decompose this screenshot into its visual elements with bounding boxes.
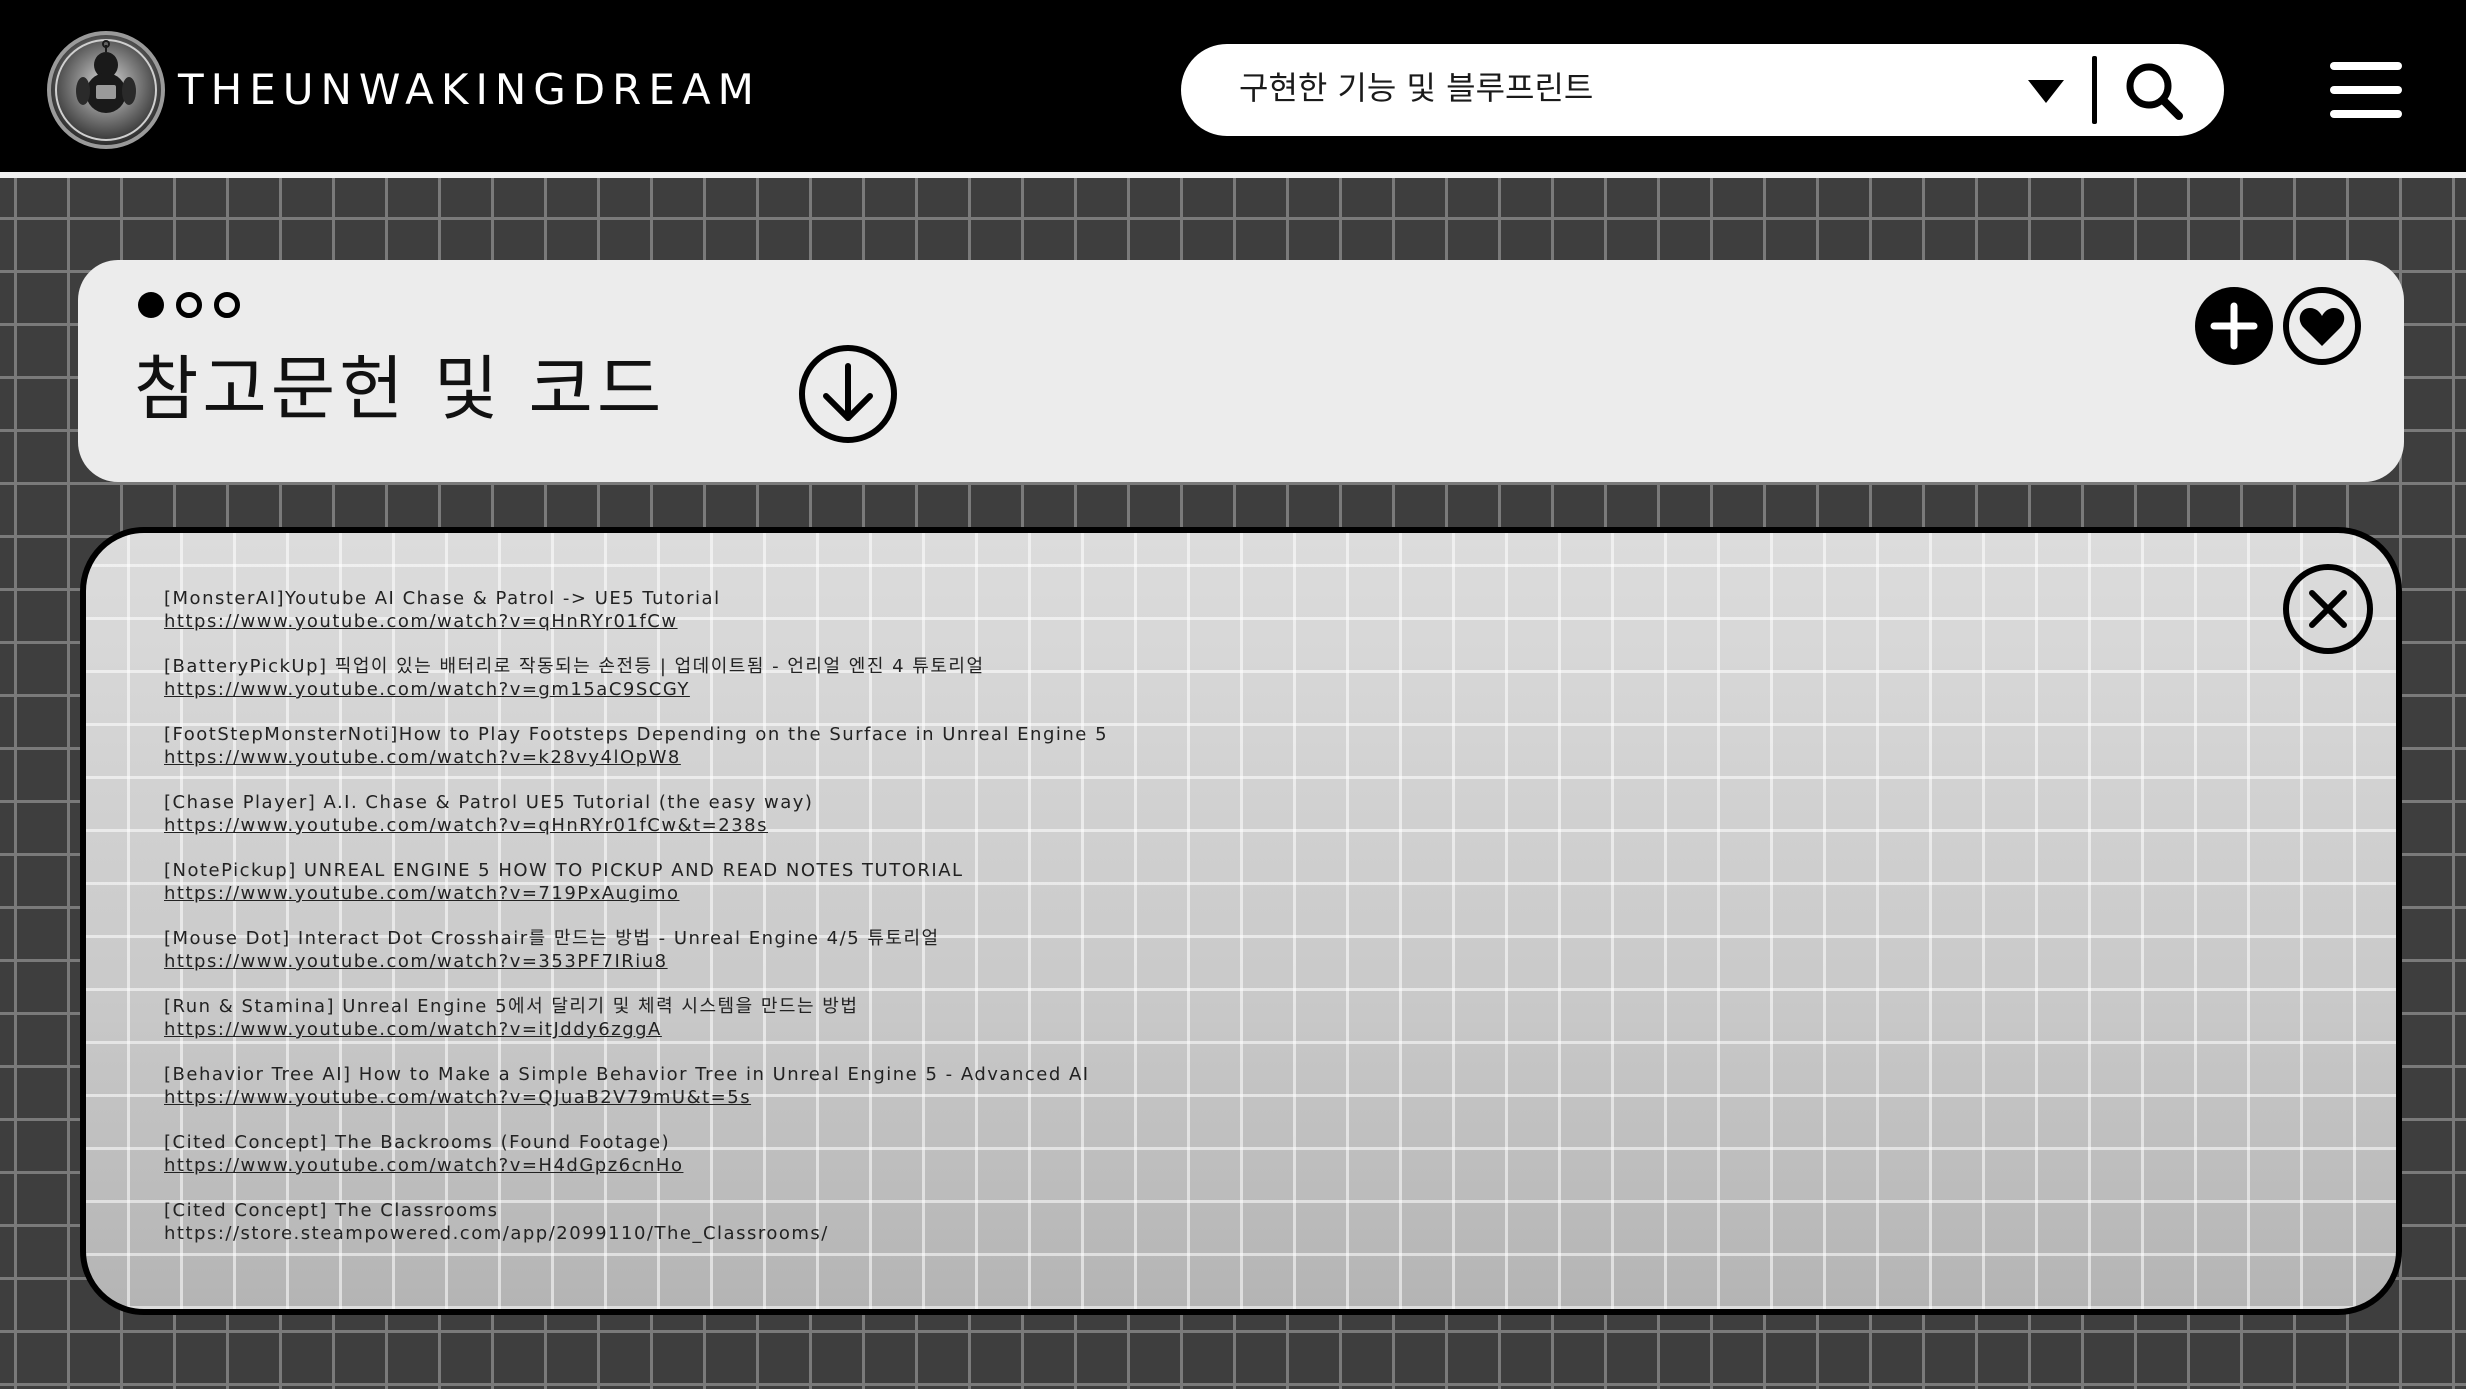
- reference-item: [NotePickup] UNREAL ENGINE 5 HOW TO PICK…: [164, 859, 1664, 905]
- reference-link[interactable]: https://www.youtube.com/watch?v=719PxAug…: [164, 882, 1664, 905]
- menu-line: [2330, 110, 2402, 118]
- search-divider: [2092, 56, 2097, 124]
- search-bar[interactable]: 구현한 기능 및 블루프린트: [1181, 44, 2224, 136]
- reference-link[interactable]: https://www.youtube.com/watch?v=qHnRYr01…: [164, 814, 1664, 837]
- search-icon[interactable]: [2123, 60, 2185, 122]
- close-icon[interactable]: [2282, 563, 2374, 655]
- reference-item: [FootStepMonsterNoti]How to Play Footste…: [164, 723, 1664, 769]
- reference-title: [Run & Stamina] Unreal Engine 5에서 달리기 및 …: [164, 996, 859, 1017]
- dot-outline: [214, 292, 240, 318]
- reference-item: [Mouse Dot] Interact Dot Crosshair를 만드는 …: [164, 927, 1664, 973]
- reference-link[interactable]: https://www.youtube.com/watch?v=353PF7IR…: [164, 950, 1664, 973]
- brand-logo[interactable]: [47, 31, 165, 149]
- reference-title: [Cited Concept] The Classrooms: [164, 1200, 499, 1221]
- menu-line: [2330, 62, 2402, 70]
- references-panel: [MonsterAI]Youtube AI Chase & Patrol -> …: [80, 527, 2402, 1315]
- reference-link[interactable]: https://www.youtube.com/watch?v=QJuaB2V7…: [164, 1086, 1664, 1109]
- brand-name[interactable]: THEUNWAKINGDREAM: [178, 62, 761, 118]
- reference-item: [Run & Stamina] Unreal Engine 5에서 달리기 및 …: [164, 995, 1664, 1041]
- search-dropdown-value[interactable]: 구현한 기능 및 블루프린트: [1239, 64, 1593, 112]
- page-header-card: 참고문헌 및 코드: [78, 260, 2404, 482]
- reference-link[interactable]: https://www.youtube.com/watch?v=gm15aC9S…: [164, 678, 1664, 701]
- reference-item: [Cited Concept] The Classrooms https://st…: [164, 1199, 1664, 1245]
- page-title: 참고문헌 및 코드: [134, 348, 666, 430]
- dot-outline: [176, 292, 202, 318]
- reference-title: [BatteryPickUp] 픽업이 있는 배터리로 작동되는 손전등 | 업…: [164, 656, 985, 677]
- reference-link[interactable]: https://store.steampowered.com/app/20991…: [164, 1222, 1664, 1245]
- reference-title: [Mouse Dot] Interact Dot Crosshair를 만드는 …: [164, 928, 940, 949]
- reference-title: [Cited Concept] The Backrooms (Found Foo…: [164, 1132, 671, 1153]
- heart-icon[interactable]: [2282, 286, 2362, 366]
- reference-link[interactable]: https://www.youtube.com/watch?v=k28vy4lO…: [164, 746, 1664, 769]
- dot-filled: [138, 292, 164, 318]
- reference-link[interactable]: https://www.youtube.com/watch?v=H4dGpz6c…: [164, 1154, 1664, 1177]
- reference-title: [Chase Player] A.I. Chase & Patrol UE5 T…: [164, 792, 814, 813]
- reference-item: [Cited Concept] The Backrooms (Found Foo…: [164, 1131, 1664, 1177]
- reference-title: [FootStepMonsterNoti]How to Play Footste…: [164, 724, 1109, 745]
- reference-item: [MonsterAI]Youtube AI Chase & Patrol -> …: [164, 587, 1664, 633]
- reference-link[interactable]: https://www.youtube.com/watch?v=qHnRYr01…: [164, 610, 1664, 633]
- reference-title: [NotePickup] UNREAL ENGINE 5 HOW TO PICK…: [164, 860, 964, 881]
- reference-item: [BatteryPickUp] 픽업이 있는 배터리로 작동되는 손전등 | 업…: [164, 655, 1664, 701]
- reference-link[interactable]: https://www.youtube.com/watch?v=itJddy6z…: [164, 1018, 1664, 1041]
- download-icon[interactable]: [798, 344, 898, 444]
- plus-icon[interactable]: [2194, 286, 2274, 366]
- reference-title: [MonsterAI]Youtube AI Chase & Patrol -> …: [164, 588, 721, 609]
- logo-emblem: [55, 39, 157, 141]
- reference-item: [Behavior Tree AI] How to Make a Simple …: [164, 1063, 1664, 1109]
- menu-line: [2330, 86, 2402, 94]
- reference-item: [Chase Player] A.I. Chase & Patrol UE5 T…: [164, 791, 1664, 837]
- reference-list: [MonsterAI]Youtube AI Chase & Patrol -> …: [164, 587, 1664, 1267]
- reference-title: [Behavior Tree AI] How to Make a Simple …: [164, 1064, 1090, 1085]
- top-navigation-bar: THEUNWAKINGDREAM 구현한 기능 및 블루프린트: [0, 0, 2466, 178]
- hamburger-menu-icon[interactable]: [2330, 62, 2402, 118]
- chevron-down-icon[interactable]: [2026, 76, 2066, 106]
